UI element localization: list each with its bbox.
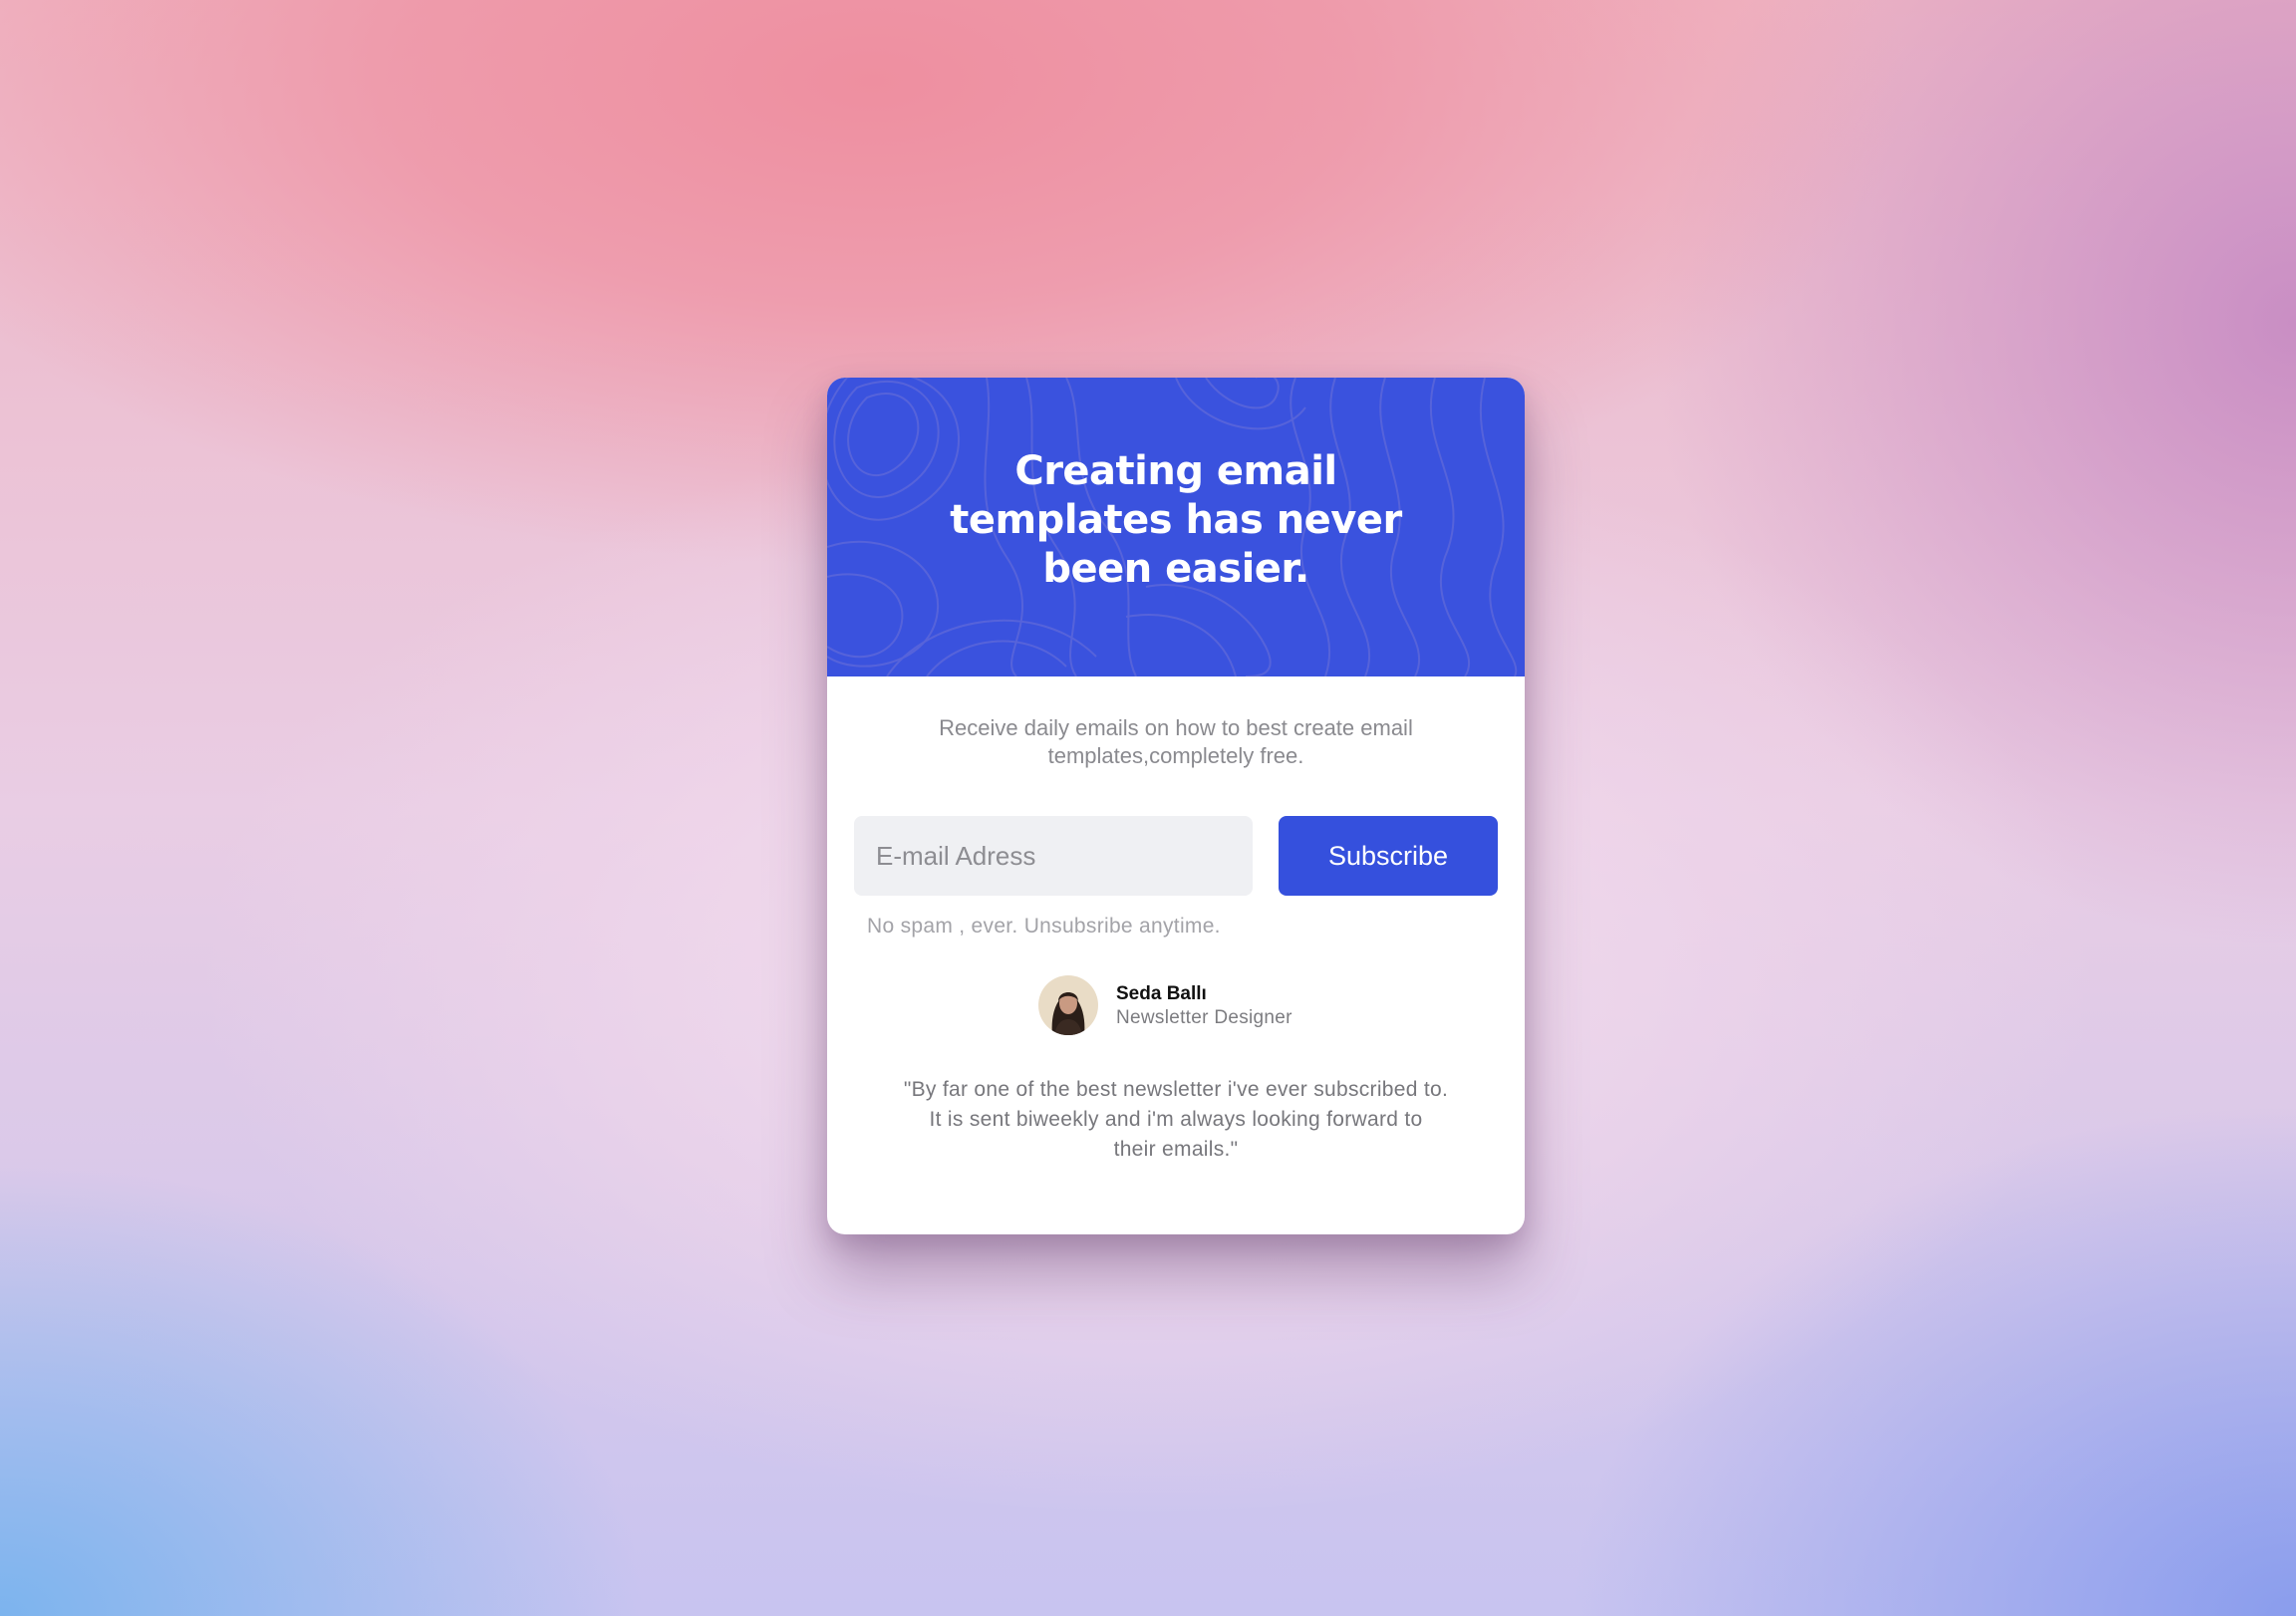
- newsletter-card: Creating email templates has never been …: [827, 378, 1525, 1234]
- headline-line-1: Creating email: [1014, 448, 1337, 494]
- quote-line-1: "By far one of the best newsletter i've …: [903, 1078, 1449, 1101]
- author-name: Seda Ballı: [1116, 983, 1207, 1004]
- hero-banner: Creating email templates has never been …: [827, 378, 1525, 676]
- testimonial-quote: "By far one of the best newsletter i've …: [857, 1075, 1495, 1165]
- headline-line-3: been easier.: [1042, 546, 1309, 592]
- description-text: Receive daily emails on how to best crea…: [939, 715, 1413, 768]
- author-role: Newsletter Designer: [1116, 1007, 1292, 1028]
- person-avatar-icon: [1038, 975, 1098, 1035]
- headline-line-2: templates has never: [950, 497, 1402, 543]
- headline: Creating email templates has never been …: [827, 447, 1525, 594]
- quote-line-2: It is sent biweekly and i'm always looki…: [929, 1108, 1423, 1131]
- no-spam-note: No spam , ever. Unsubsribe anytime.: [867, 915, 1221, 938]
- avatar: [1038, 975, 1098, 1035]
- subscribe-button[interactable]: Subscribe: [1279, 816, 1498, 896]
- quote-line-3: their emails.": [1113, 1138, 1239, 1161]
- email-input[interactable]: [854, 816, 1253, 896]
